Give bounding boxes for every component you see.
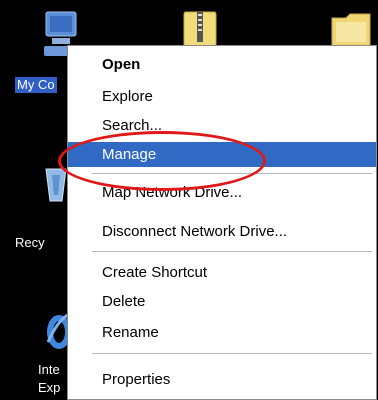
menu-item-properties[interactable]: Properties	[68, 367, 376, 392]
context-menu: Open Explore Search... Manage Map Networ…	[67, 45, 377, 400]
menu-item-disconnect-network-drive[interactable]: Disconnect Network Drive...	[68, 219, 376, 244]
my-computer-label[interactable]: My Co	[15, 77, 57, 93]
folder-zip-icon	[183, 11, 217, 47]
menu-separator	[92, 251, 372, 252]
recycle-bin-label[interactable]: Recy	[15, 235, 45, 251]
menu-item-search[interactable]: Search...	[68, 113, 376, 138]
menu-item-explore[interactable]: Explore	[68, 84, 376, 109]
menu-separator	[92, 353, 372, 354]
menu-separator	[92, 173, 372, 174]
internet-explorer-label-line1[interactable]: Inte	[38, 362, 60, 378]
zip-folder-desktop-icon[interactable]	[182, 8, 218, 48]
folder-icon	[331, 13, 371, 47]
recycle-bin-icon	[45, 168, 67, 202]
menu-item-rename[interactable]: Rename	[68, 320, 376, 345]
menu-item-map-network-drive[interactable]: Map Network Drive...	[68, 180, 376, 205]
folder-desktop-icon[interactable]	[330, 10, 374, 48]
recycle-bin-desktop-icon[interactable]	[42, 165, 70, 205]
menu-item-create-shortcut[interactable]: Create Shortcut	[68, 260, 376, 285]
internet-explorer-label-line2[interactable]: Exp	[38, 380, 60, 396]
menu-item-manage[interactable]: Manage	[68, 142, 376, 167]
menu-item-open[interactable]: Open	[68, 52, 376, 77]
menu-item-delete[interactable]: Delete	[68, 289, 376, 314]
